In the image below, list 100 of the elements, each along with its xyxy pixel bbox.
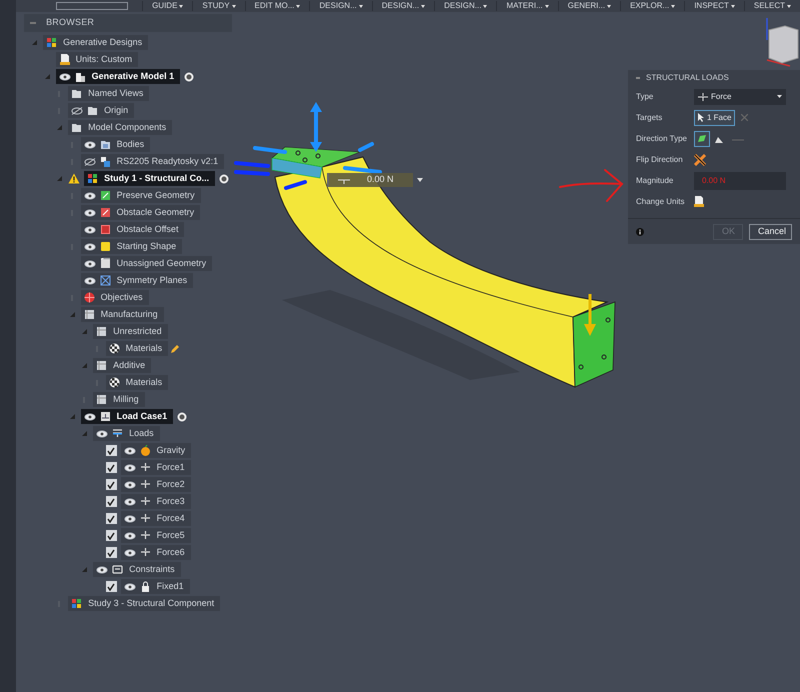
tree-item[interactable]: Force3 — [120, 494, 191, 509]
eye-icon[interactable] — [84, 208, 96, 216]
menu-button[interactable]: DESIGN... — [434, 1, 496, 11]
tree-item[interactable]: Symmetry Planes — [80, 273, 194, 288]
tree-item[interactable]: Model Components — [68, 120, 172, 135]
info-icon[interactable] — [636, 228, 644, 236]
caret-icon — [544, 4, 549, 8]
tree-item[interactable]: Preserve Geometry — [80, 188, 201, 203]
type-dropdown[interactable]: Force — [694, 88, 786, 104]
expand-toggle[interactable] — [68, 412, 77, 421]
tree-item[interactable]: Load Case1 — [80, 409, 174, 424]
checkbox[interactable] — [106, 445, 117, 456]
search-field[interactable] — [56, 2, 128, 10]
tree-item[interactable]: Force5 — [120, 528, 191, 543]
caret-icon — [179, 4, 184, 8]
tree-item[interactable]: Manufacturing — [80, 307, 164, 322]
eye-icon[interactable] — [84, 276, 96, 284]
expand-toggle[interactable] — [42, 72, 52, 81]
tree-item[interactable]: Origin — [68, 103, 134, 118]
eye-icon[interactable] — [124, 446, 136, 454]
menu-button[interactable]: INSPECT — [684, 1, 744, 11]
menu-button[interactable]: DESIGN... — [372, 1, 434, 11]
checkbox[interactable] — [106, 547, 117, 558]
eye-icon[interactable] — [84, 226, 96, 234]
direction-option[interactable] — [694, 130, 710, 146]
flip-direction-button[interactable] — [694, 152, 708, 166]
eye-icon[interactable] — [124, 464, 136, 472]
checkbox[interactable] — [106, 462, 117, 473]
eye-icon[interactable] — [96, 566, 108, 574]
activate-radio[interactable] — [219, 174, 230, 184]
tree-item[interactable]: Units: Custom — [56, 52, 138, 67]
eye-icon[interactable] — [84, 192, 96, 200]
expand-toggle[interactable] — [55, 174, 64, 183]
tree-item[interactable]: Gravity — [120, 443, 192, 458]
tree-item[interactable]: Fixed1 — [120, 579, 190, 594]
tree-item[interactable]: Constraints — [93, 562, 181, 577]
eye-icon[interactable] — [58, 72, 71, 80]
activate-radio[interactable] — [184, 72, 194, 82]
tree-item[interactable]: Unassigned Geometry — [80, 256, 212, 271]
hidden-eye-icon[interactable] — [84, 158, 96, 166]
checkbox[interactable] — [106, 530, 117, 541]
expand-toggle[interactable] — [68, 310, 77, 319]
cancel-button[interactable]: Cancel — [749, 224, 792, 240]
menu-button[interactable]: SELECT — [744, 1, 800, 11]
expand-toggle[interactable] — [80, 327, 90, 336]
tree-item[interactable]: Generative Designs — [43, 35, 148, 50]
tree-item[interactable]: Obstacle Offset — [80, 222, 184, 237]
eye-icon[interactable] — [84, 412, 96, 420]
magnitude-input[interactable]: 0.00 N — [327, 173, 413, 187]
tree-item[interactable]: Milling — [93, 392, 145, 407]
expand-toggle[interactable] — [80, 361, 90, 370]
targets-button[interactable]: 1 Face — [694, 110, 736, 126]
eye-icon[interactable] — [124, 514, 136, 522]
menu-button[interactable]: DESIGN... — [309, 1, 372, 11]
eye-icon[interactable] — [84, 242, 96, 250]
tree-item[interactable]: Force2 — [120, 477, 191, 492]
expand-toggle[interactable] — [80, 565, 90, 574]
eye-icon[interactable] — [96, 430, 108, 438]
menu-button[interactable]: EDIT MO... — [244, 1, 310, 11]
eye-icon[interactable] — [124, 548, 136, 556]
eye-icon[interactable] — [124, 498, 136, 506]
tree-item[interactable]: Loads — [93, 426, 160, 441]
eye-icon[interactable] — [124, 532, 136, 540]
tree-item[interactable]: Study 3 - Structural Component — [68, 596, 220, 611]
menu-button[interactable]: STUDY — [192, 1, 245, 11]
tree-item[interactable]: Named Views — [68, 86, 150, 101]
expand-toggle[interactable] — [30, 38, 40, 47]
eye-icon[interactable] — [124, 480, 136, 488]
tree-item[interactable]: Starting Shape — [80, 239, 182, 254]
tree-item[interactable]: Force1 — [120, 460, 191, 475]
menu-button[interactable]: GENERI... — [558, 1, 620, 11]
eye-icon[interactable] — [124, 582, 136, 590]
tree-item[interactable]: Additive — [93, 358, 152, 373]
checkbox[interactable] — [106, 581, 117, 592]
tree-item[interactable]: Materials — [106, 375, 168, 390]
tree-item[interactable]: Materials — [106, 341, 168, 356]
activate-radio[interactable] — [177, 412, 188, 422]
checkbox[interactable] — [106, 513, 117, 524]
checkbox[interactable] — [106, 496, 117, 507]
hidden-eye-icon[interactable] — [71, 106, 84, 114]
tree-item[interactable]: Unrestricted — [93, 324, 168, 339]
menu-button[interactable]: EXPLOR... — [620, 1, 684, 11]
tree-item[interactable]: Objectives — [80, 290, 149, 305]
caret-icon[interactable] — [417, 178, 423, 182]
tree-item[interactable]: Force4 — [120, 511, 191, 526]
tree-item[interactable]: RS2205 Readytosky v2:1 — [80, 154, 224, 169]
checkbox[interactable] — [106, 479, 117, 490]
tree-item[interactable]: Force6 — [120, 545, 191, 560]
change-units-button[interactable] — [694, 196, 706, 208]
expand-toggle[interactable] — [80, 429, 90, 438]
eye-icon[interactable] — [84, 260, 96, 268]
pencil-icon[interactable] — [170, 344, 180, 354]
menu-button[interactable]: MATERI... — [496, 1, 558, 11]
tree-item[interactable]: Bodies — [80, 137, 150, 152]
tree-item[interactable]: Obstacle Geometry — [80, 205, 200, 220]
tree-item[interactable]: Study 1 - Structural Co... — [84, 171, 216, 186]
tree-item[interactable]: Generative Model 1 — [56, 69, 180, 84]
eye-icon[interactable] — [84, 140, 96, 148]
menu-button[interactable]: GUIDE — [142, 1, 192, 11]
expand-toggle[interactable] — [55, 123, 64, 132]
